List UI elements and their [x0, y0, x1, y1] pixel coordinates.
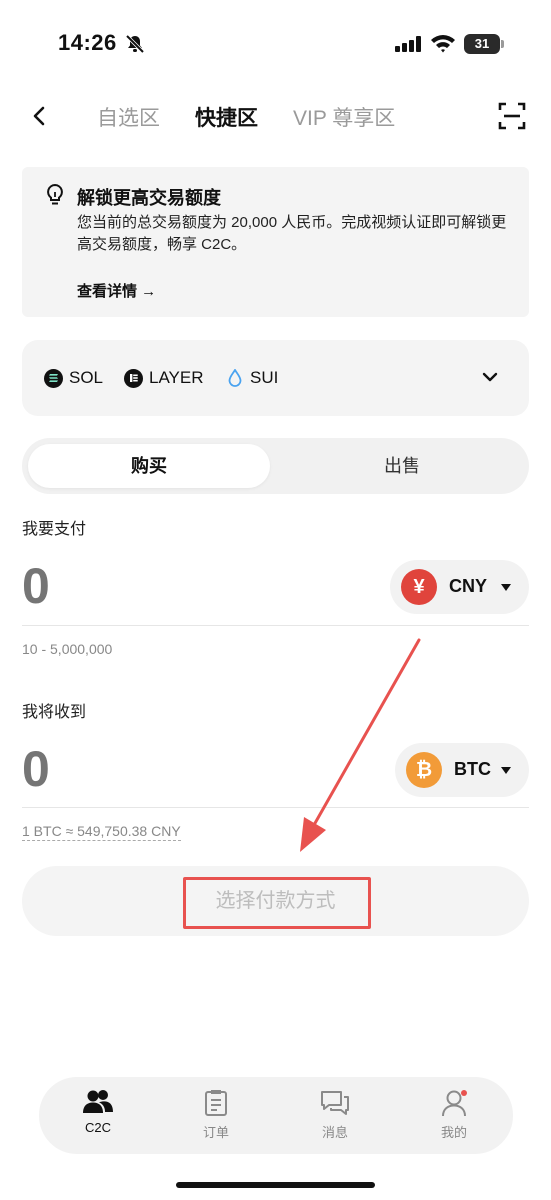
battery-icon: 31: [464, 34, 504, 54]
limit-notice: 解锁更高交易额度 您当前的总交易额度为 20,000 人民币。完成视频认证即可解…: [22, 167, 529, 317]
pay-amount-input[interactable]: [22, 556, 322, 616]
exchange-rate[interactable]: 1 BTC ≈ 549,750.38 CNY: [22, 823, 181, 841]
top-nav: 自选区 快捷区 VIP 尊享区: [0, 92, 551, 140]
coin-label: LAYER: [149, 368, 204, 387]
sell-tab[interactable]: 出售: [281, 444, 523, 488]
wifi-icon: [431, 35, 455, 53]
btc-icon: ₿: [406, 752, 442, 788]
back-icon[interactable]: [24, 100, 56, 132]
notice-body: 您当前的总交易额度为 20,000 人民币。完成视频认证即可解锁更高交易额度，畅…: [77, 214, 507, 253]
home-indicator: [176, 1182, 375, 1188]
chat-icon: [321, 1091, 349, 1115]
chevron-down-icon[interactable]: [480, 367, 500, 387]
users-icon: [83, 1090, 113, 1113]
view-details-link[interactable]: 查看详情 →: [77, 280, 156, 301]
pay-currency-selector[interactable]: ¥ CNY: [390, 560, 529, 614]
coin-label: SOL: [69, 368, 104, 387]
tab-vip[interactable]: VIP 尊享区: [293, 102, 395, 132]
sui-icon: [225, 369, 244, 388]
nav-messages[interactable]: 消息: [295, 1089, 375, 1145]
coin-chip-sui[interactable]: SUI: [225, 367, 278, 389]
nav-orders[interactable]: 订单: [176, 1089, 256, 1145]
receive-currency-selector[interactable]: ₿ BTC: [395, 743, 529, 797]
receive-amount-input[interactable]: [22, 739, 322, 799]
status-time: 14:26: [58, 30, 117, 55]
bell-off-icon: [125, 34, 145, 54]
coin-label: SUI: [250, 368, 279, 387]
clipboard-icon: [205, 1090, 227, 1116]
pay-currency-code: CNY: [449, 576, 488, 596]
divider: [22, 807, 529, 808]
buy-sell-toggle: 购买 出售: [22, 438, 529, 494]
coin-chip-layer[interactable]: LAYER: [124, 367, 204, 389]
bottom-nav: C2C 订单 消息 我的: [39, 1077, 513, 1154]
nav-label-orders: 订单: [202, 1125, 229, 1140]
nav-label-c2c: C2C: [84, 1120, 111, 1135]
notification-dot: [461, 1090, 467, 1096]
tab-express[interactable]: 快捷区: [195, 102, 258, 132]
coin-chip-sol[interactable]: SOL: [44, 367, 103, 389]
select-payment-button[interactable]: 选择付款方式: [22, 866, 529, 936]
battery-level: 31: [464, 34, 500, 54]
nav-label-profile: 我的: [440, 1125, 467, 1140]
cny-icon: ¥: [401, 569, 437, 605]
nav-label-messages: 消息: [321, 1125, 348, 1140]
scan-icon[interactable]: [496, 100, 528, 132]
notice-title: 解锁更高交易额度: [77, 188, 221, 208]
caret-down-icon: [501, 767, 511, 774]
nav-profile[interactable]: 我的: [414, 1089, 494, 1145]
caret-down-icon: [501, 584, 511, 591]
pay-range: 10 - 5,000,000: [22, 641, 113, 657]
tab-self-select[interactable]: 自选区: [97, 102, 160, 132]
buy-tab[interactable]: 购买: [28, 444, 270, 488]
receive-label: 我将收到: [22, 704, 87, 721]
receive-currency-code: BTC: [454, 759, 491, 779]
select-payment-label: 选择付款方式: [215, 890, 336, 912]
signal-icon: [395, 36, 421, 52]
layer-icon: [124, 368, 143, 388]
sol-icon: [44, 368, 63, 388]
coin-filter-row: SOL LAYER SUI: [22, 340, 529, 416]
status-bar: 14:26 31: [0, 0, 551, 90]
nav-c2c[interactable]: C2C: [58, 1089, 138, 1145]
lightbulb-icon: [47, 183, 63, 205]
divider: [22, 625, 529, 626]
pay-label: 我要支付: [22, 521, 87, 538]
